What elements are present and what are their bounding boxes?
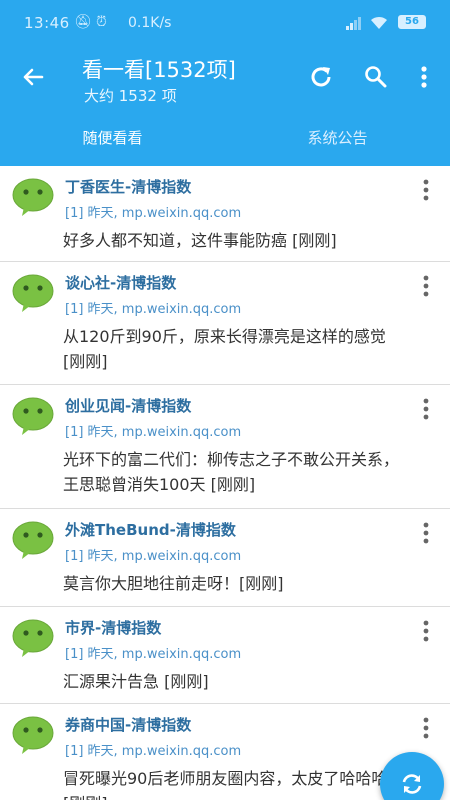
item-title[interactable]: 光环下的富二代们：柳传志之子不敢公开关系，王思聪曾消失100天 [刚刚] (63, 447, 410, 497)
wechat-icon (12, 274, 54, 312)
more-vert-icon[interactable] (418, 521, 434, 545)
item-title[interactable]: 莫言你大胆地往前走呀！[刚刚] (63, 571, 410, 596)
search-icon[interactable] (361, 62, 391, 92)
item-title[interactable]: 冒死曝光90后老师朋友圈内容，太皮了哈哈哈哈 [刚刚] (63, 766, 410, 800)
wifi-icon (371, 16, 387, 29)
list-item[interactable]: 市界-清博指数 [1] 昨天, mp.weixin.qq.com 汇源果汁告急 … (0, 607, 450, 704)
item-source[interactable]: 券商中国-清博指数 (65, 714, 191, 735)
wechat-icon (12, 716, 54, 754)
alarm-icon: ⏰︎ (96, 14, 107, 30)
item-meta: [1] 昨天, mp.weixin.qq.com (65, 549, 242, 564)
battery-indicator: 56 (398, 15, 426, 29)
more-vert-icon[interactable] (418, 178, 434, 202)
page-subtitle: 大约 1532 项 (84, 87, 177, 105)
network-speed: 0.1K/s (128, 15, 172, 31)
item-title[interactable]: 汇源果汁告急 [刚刚] (63, 669, 410, 694)
item-source[interactable]: 谈心社-清博指数 (65, 272, 176, 293)
refresh-icon[interactable] (306, 62, 336, 92)
more-vert-icon[interactable] (418, 397, 434, 421)
wechat-icon (12, 397, 54, 435)
more-vert-icon[interactable] (418, 274, 434, 298)
list-item[interactable]: 丁香医生-清博指数 [1] 昨天, mp.weixin.qq.com 好多人都不… (0, 166, 450, 262)
item-source[interactable]: 丁香医生-清博指数 (65, 176, 191, 197)
more-vert-icon[interactable] (418, 619, 434, 643)
item-meta: [1] 昨天, mp.weixin.qq.com (65, 425, 242, 440)
tab-bar: 随便看看 系统公告 (0, 110, 450, 166)
item-title[interactable]: 好多人都不知道，这件事能防癌 [刚刚] (63, 228, 410, 253)
page-title: 看一看[1532项] (82, 58, 236, 82)
sync-icon (402, 774, 422, 794)
item-meta: [1] 昨天, mp.weixin.qq.com (65, 647, 242, 662)
status-time: 13:46 (24, 14, 70, 32)
tab-random[interactable]: 随便看看 (0, 110, 225, 166)
item-source[interactable]: 创业见闻-清博指数 (65, 395, 191, 416)
wechat-icon (12, 521, 54, 559)
list-item[interactable]: 谈心社-清博指数 [1] 昨天, mp.weixin.qq.com 从120斤到… (0, 262, 450, 385)
tab-announcements[interactable]: 系统公告 (225, 110, 450, 166)
more-vert-icon[interactable] (409, 62, 439, 92)
wechat-icon (12, 178, 54, 216)
signal-icon (346, 17, 361, 30)
item-meta: [1] 昨天, mp.weixin.qq.com (65, 206, 242, 221)
mute-icon: 🔕︎ (74, 14, 92, 30)
item-source[interactable]: 市界-清博指数 (65, 617, 161, 638)
item-source[interactable]: 外滩TheBund-清博指数 (65, 519, 236, 540)
list-item[interactable]: 外滩TheBund-清博指数 [1] 昨天, mp.weixin.qq.com … (0, 509, 450, 607)
item-meta: [1] 昨天, mp.weixin.qq.com (65, 744, 242, 759)
wechat-icon (12, 619, 54, 657)
list-item[interactable]: 创业见闻-清博指数 [1] 昨天, mp.weixin.qq.com 光环下的富… (0, 385, 450, 509)
status-bar: 13:46 🔕︎ ⏰︎ 0.1K/s 56 (0, 0, 450, 48)
arrow-left-icon[interactable] (18, 62, 48, 92)
more-vert-icon[interactable] (418, 716, 434, 740)
item-meta: [1] 昨天, mp.weixin.qq.com (65, 302, 242, 317)
article-list: 丁香医生-清博指数 [1] 昨天, mp.weixin.qq.com 好多人都不… (0, 166, 450, 800)
app-bar: 看一看[1532项] 大约 1532 项 (0, 48, 450, 110)
item-title[interactable]: 从120斤到90斤，原来长得漂亮是这样的感觉 [刚刚] (63, 324, 410, 374)
